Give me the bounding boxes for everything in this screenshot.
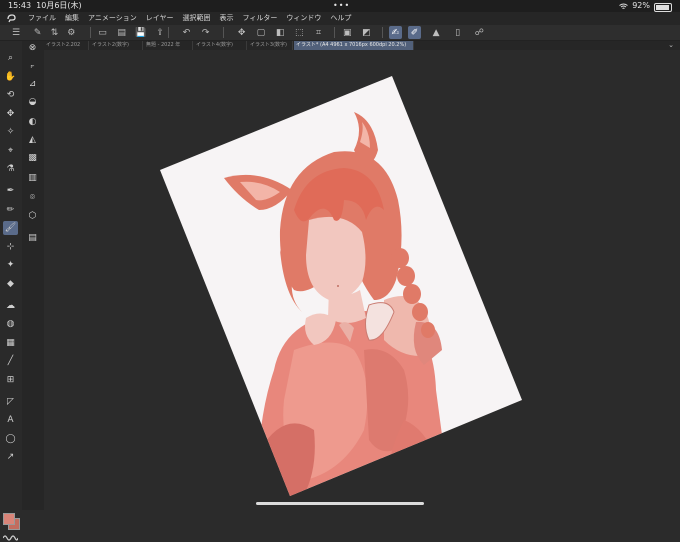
eraser-icon[interactable]: ◆ [3,277,18,291]
open-file-icon[interactable]: ▤ [115,26,128,39]
subtool-8-icon[interactable]: ⌾ [25,191,40,205]
menu-bar: ファイル 編集 アニメーション レイヤー 選択範囲 表示 フィルター ウィンドウ ヘルプ [0,12,680,25]
correction-icon[interactable]: ↗ [3,450,18,464]
pen-mode-icon[interactable]: ✍ [388,26,402,39]
subtool-5-icon[interactable]: ◭ [25,133,40,147]
subtool-1-icon[interactable]: ⟔ [25,59,40,73]
operation-icon[interactable]: ✧ [3,125,18,139]
hand-icon[interactable]: ✋ [3,70,18,84]
balloon-icon[interactable]: ◯ [3,432,18,446]
wifi-icon [619,3,629,9]
menu-item-0[interactable]: ファイル [28,12,56,25]
command-bar: ☰ ✎ ⇅ ⚙ ▭ ▤ 💾 ⇪ ↶ ↷ ✥ ▢ ◧ ⬚ ⌗ ▣ ◩ ✍ ✐ ▲ ▯ ☍ [0,25,680,41]
subtool-6-icon[interactable]: ▩ [25,151,40,165]
save-icon[interactable]: 💾 [134,26,147,39]
clear-icon[interactable]: ▢ [254,26,267,39]
fill-icon[interactable]: ◧ [274,26,287,39]
fill-tool-icon[interactable]: ◍ [3,317,18,331]
face [306,216,366,301]
status-time: 15:43 10月6日(木) [8,1,82,10]
frame-icon[interactable]: ⊞ [3,373,18,387]
subtool-10-icon[interactable]: ▤ [25,231,40,245]
smartphone-icon[interactable]: ▯ [451,26,464,39]
document-tab[interactable]: イラスト3(数字) [248,41,293,50]
app-logo-icon[interactable] [6,13,17,24]
brush-mode-icon[interactable]: ✐ [408,26,421,39]
airbrush-icon[interactable]: ⊹ [3,240,18,254]
subtool-9-icon[interactable]: ⬡ [25,209,40,223]
gradient-icon[interactable]: ▦ [3,336,18,350]
document-tab[interactable]: イラスト2(数字) [90,41,143,50]
status-bar: 15:43 10月6日(木) ••• 92% [0,0,680,12]
pencil-icon[interactable]: ✏ [3,203,18,217]
undo-icon[interactable]: ↶ [180,26,193,39]
chevron-down-icon[interactable]: ⌄ [668,41,674,50]
document-tabs: ⌄ イラスト2.202 イラスト2(数字) 無題 - 2022 年イラスト4(数字)… [44,41,680,50]
menu-item-6[interactable]: フィルター [243,12,278,25]
document-tab[interactable]: 無題 - 2022 年 [144,41,193,50]
ruler-tool-icon[interactable]: ◸ [3,395,18,409]
eyedropper-icon[interactable]: ⚗ [3,162,18,176]
toolbar-separator [333,27,335,38]
decoration-icon[interactable]: ✦ [3,258,18,272]
zoom-icon[interactable]: ⌕ [3,51,18,65]
settings-icon[interactable]: ⚙ [65,26,78,39]
multitasking-dots[interactable]: ••• [333,0,350,12]
artwork-canvas[interactable] [44,50,680,510]
menu-list: ファイル 編集 アニメーション レイヤー 選択範囲 表示 フィルター ウィンドウ ヘルプ [28,12,351,25]
auto-select-icon[interactable]: ⌖ [3,144,18,158]
document-tab[interactable]: イラスト4(数字) [194,41,247,50]
text-icon[interactable]: A [3,413,18,427]
updown-icon[interactable]: ⇅ [48,26,61,39]
toolbar-separator [90,27,91,38]
subtool-3-icon[interactable]: ◒ [25,95,40,109]
brush-icon[interactable]: 🖌 [3,221,18,235]
menu-icon[interactable]: ☰ [10,26,23,39]
new-icon[interactable]: ✎ [31,26,44,39]
document-tab[interactable]: イラスト2.202 [44,41,89,50]
rotate-icon[interactable]: ⟲ [3,88,18,102]
crop-icon[interactable]: ⌗ [312,26,325,39]
status-right: 92% [619,0,672,12]
selection-icon[interactable]: ⬚ [293,26,306,39]
ruler-icon[interactable]: ▲ [430,26,443,39]
menu-item-7[interactable]: ウィンドウ [286,12,321,25]
invert-icon[interactable]: ◩ [360,26,373,39]
battery-percent: 92% [632,1,650,10]
menu-item-4[interactable]: 選択範囲 [183,12,211,25]
export-icon[interactable]: ⇪ [154,26,167,39]
sub-tool-palette: ⊗ ⟔ ⊿ ◒ ◐ ◭ ▩ ▥ ⌾ ⬡ ▤ [22,41,45,510]
menu-item-1[interactable]: 編集 [65,12,79,25]
canvas-area[interactable] [44,50,680,510]
move-icon[interactable]: ✥ [3,107,18,121]
menu-item-3[interactable]: レイヤー [146,12,174,25]
subtool-7-icon[interactable]: ▥ [25,171,40,185]
subtool-2-icon[interactable]: ⊿ [25,77,40,91]
main-color-swatch[interactable] [3,513,15,525]
stroke-preview-icon[interactable] [3,534,18,542]
toolbar-separator [381,27,383,38]
toolbar-separator [168,27,169,38]
tool-palette: ⌕ ✋ ⟲ ✥ ✧ ⌖ ⚗ ✒ ✏ 🖌 ⊹ ✦ ◆ ☁ ◍ ▦ ╱ ⊞ ◸ A ◯ ↗ [0,41,22,541]
subtool-4-icon[interactable]: ◐ [25,115,40,129]
new-file-icon[interactable]: ▭ [96,26,109,39]
close-subtool-icon[interactable]: ⊗ [25,41,40,55]
hide-selection-icon[interactable]: ▣ [341,26,354,39]
battery-icon [654,2,672,12]
transform-icon[interactable]: ✥ [235,26,248,39]
menu-item-8[interactable]: ヘルプ [330,12,351,25]
blend-icon[interactable]: ☁ [3,299,18,313]
menu-item-2[interactable]: アニメーション [88,12,137,25]
home-indicator[interactable] [256,502,424,505]
document-tab[interactable]: イラスト* (A4 4961 x 7016px 600dpi 20.2%) [294,41,414,50]
redo-icon[interactable]: ↷ [199,26,212,39]
menu-item-5[interactable]: 表示 [220,12,234,25]
toolbar-separator [223,27,225,38]
figure-icon[interactable]: ╱ [3,354,18,368]
help-icon[interactable]: ☍ [473,26,486,39]
pen-icon[interactable]: ✒ [3,184,18,198]
